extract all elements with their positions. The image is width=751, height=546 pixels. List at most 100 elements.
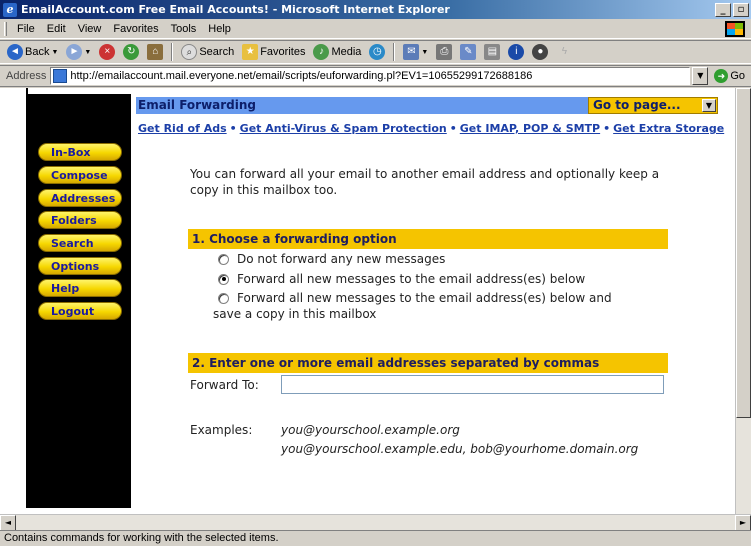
- radio-no-forward[interactable]: [218, 253, 229, 265]
- nav-addresses[interactable]: Addresses: [38, 189, 122, 207]
- left-nav: In-Box Compose Addresses Folders Search …: [26, 88, 131, 508]
- back-dropdown-icon: ▼: [51, 48, 59, 56]
- option-forward-keep-label: Forward all new messages to the email ad…: [237, 291, 612, 305]
- nav-folders[interactable]: Folders: [38, 211, 122, 229]
- forward-to-input[interactable]: [281, 375, 664, 394]
- option-forward-keep-cont: save a copy in this mailbox: [213, 307, 377, 321]
- menu-view[interactable]: View: [72, 23, 108, 35]
- goto-page-select[interactable]: Go to page... ▼: [588, 97, 718, 114]
- address-bar: Address http://emailaccount.mail.everyon…: [0, 65, 751, 87]
- radio-forward-keep[interactable]: [218, 292, 229, 304]
- refresh-icon: ↻: [123, 44, 140, 60]
- goto-page-label: Go to page...: [593, 98, 681, 112]
- favorites-button[interactable]: ★ Favorites: [239, 42, 308, 62]
- favorites-star-icon: ★: [242, 44, 259, 60]
- lightning-button[interactable]: ϟ: [553, 42, 575, 62]
- messenger-button[interactable]: ●: [529, 42, 551, 62]
- home-button[interactable]: ⌂: [144, 42, 166, 62]
- print-icon: ⎙: [436, 44, 453, 60]
- menu-help[interactable]: Help: [202, 23, 237, 35]
- menu-tools[interactable]: Tools: [165, 23, 203, 35]
- discuss-button[interactable]: ▤: [481, 42, 503, 62]
- option-forward[interactable]: Forward all new messages to the email ad…: [218, 272, 585, 286]
- bullet-separator: •: [229, 122, 237, 135]
- chevron-down-icon: ▼: [702, 99, 716, 112]
- page-viewport: In-Box Compose Addresses Folders Search …: [0, 88, 751, 514]
- horizontal-scrollbar[interactable]: ◄ ►: [0, 514, 751, 531]
- favorites-label: Favorites: [260, 46, 306, 58]
- stop-button[interactable]: ×: [96, 42, 118, 62]
- minimize-button[interactable]: _: [715, 2, 731, 17]
- maximize-button[interactable]: ▫: [733, 2, 749, 17]
- history-button[interactable]: ◷: [366, 42, 388, 62]
- go-arrow-icon: ➜: [714, 69, 729, 83]
- refresh-button[interactable]: ↻: [120, 42, 142, 62]
- go-label: Go: [730, 70, 746, 82]
- search-button[interactable]: ⌕ Search: [178, 42, 237, 62]
- back-button[interactable]: ◄ Back ▼: [4, 42, 61, 62]
- menu-file[interactable]: File: [11, 23, 41, 35]
- info-button[interactable]: i: [505, 42, 527, 62]
- header-bar: Email Forwarding Go to page... ▼: [136, 97, 718, 114]
- go-button[interactable]: ➜ Go: [714, 69, 745, 83]
- bullet-separator: •: [603, 122, 611, 135]
- scroll-right-button[interactable]: ►: [735, 515, 751, 531]
- menu-favorites[interactable]: Favorites: [107, 23, 164, 35]
- media-label: Media: [331, 46, 362, 58]
- address-url: http://emailaccount.mail.everyone.net/em…: [70, 70, 533, 82]
- option-no-forward[interactable]: Do not forward any new messages: [218, 252, 445, 266]
- mail-dropdown-icon: ▼: [421, 48, 429, 56]
- example-line-2: you@yourschool.example.edu, bob@yourhome…: [281, 442, 639, 456]
- link-extra-storage[interactable]: Get Extra Storage: [613, 122, 724, 135]
- nav-compose[interactable]: Compose: [38, 166, 122, 184]
- option-forward-keep[interactable]: Forward all new messages to the email ad…: [218, 291, 612, 305]
- lightning-icon: ϟ: [561, 46, 567, 57]
- intro-text: You can forward all your email to anothe…: [190, 167, 660, 197]
- examples-label: Examples:: [190, 423, 253, 437]
- address-dropdown-button[interactable]: ▼: [692, 67, 709, 85]
- stop-icon: ×: [99, 44, 116, 60]
- mail-icon: ✉: [403, 44, 420, 60]
- toolbar: ◄ Back ▼ ► ▼ × ↻ ⌂ ⌕ Search ★ Favorites …: [0, 40, 751, 64]
- menu-grip: [4, 21, 7, 36]
- nav-logout[interactable]: Logout: [38, 302, 122, 320]
- home-icon: ⌂: [147, 44, 164, 60]
- link-anti-virus[interactable]: Get Anti-Virus & Spam Protection: [240, 122, 447, 135]
- option-no-forward-label: Do not forward any new messages: [237, 252, 446, 266]
- mail-button[interactable]: ✉ ▼: [400, 42, 431, 62]
- forward-button[interactable]: ► ▼: [63, 42, 94, 62]
- forward-dropdown-icon: ▼: [84, 48, 92, 56]
- ie-logo-icon: e: [3, 2, 17, 17]
- print-button[interactable]: ⎙: [433, 42, 455, 62]
- radio-forward[interactable]: [218, 273, 229, 285]
- bullet-separator: •: [449, 122, 457, 135]
- search-icon: ⌕: [181, 44, 198, 60]
- vertical-scroll-thumb[interactable]: [736, 88, 751, 418]
- title-bar: e EmailAccount.com Free Email Accounts! …: [0, 0, 751, 19]
- page-title: Email Forwarding: [138, 98, 257, 112]
- example-line-1: you@yourschool.example.org: [281, 423, 460, 437]
- search-label: Search: [199, 46, 235, 58]
- media-icon: ♪: [313, 44, 330, 60]
- media-button[interactable]: ♪ Media: [310, 42, 364, 62]
- nav-top-strip: [28, 88, 131, 94]
- nav-inbox[interactable]: In-Box: [38, 143, 122, 161]
- section-email-addresses: 2. Enter one or more email addresses sep…: [188, 353, 668, 373]
- edit-page-button[interactable]: ✎: [457, 42, 479, 62]
- nav-help[interactable]: Help: [38, 279, 122, 297]
- nav-search[interactable]: Search: [38, 234, 122, 252]
- forward-arrow-icon: ►: [66, 44, 83, 60]
- promo-links: Get Rid of Ads • Get Anti-Virus & Spam Pro…: [138, 122, 738, 135]
- forward-to-label: Forward To:: [190, 378, 259, 392]
- window-title: EmailAccount.com Free Email Accounts! - …: [21, 3, 450, 16]
- nav-options[interactable]: Options: [38, 257, 122, 275]
- scroll-left-button[interactable]: ◄: [0, 515, 16, 531]
- address-input[interactable]: http://emailaccount.mail.everyone.net/em…: [50, 67, 691, 85]
- menu-edit[interactable]: Edit: [41, 23, 72, 35]
- link-imap-pop-smtp[interactable]: Get IMAP, POP & SMTP: [460, 122, 600, 135]
- link-rid-of-ads[interactable]: Get Rid of Ads: [138, 122, 227, 135]
- back-arrow-icon: ◄: [7, 44, 23, 60]
- vertical-scrollbar[interactable]: [735, 88, 751, 514]
- menu-bar: File Edit View Favorites Tools Help: [0, 19, 751, 39]
- info-icon: i: [508, 44, 525, 60]
